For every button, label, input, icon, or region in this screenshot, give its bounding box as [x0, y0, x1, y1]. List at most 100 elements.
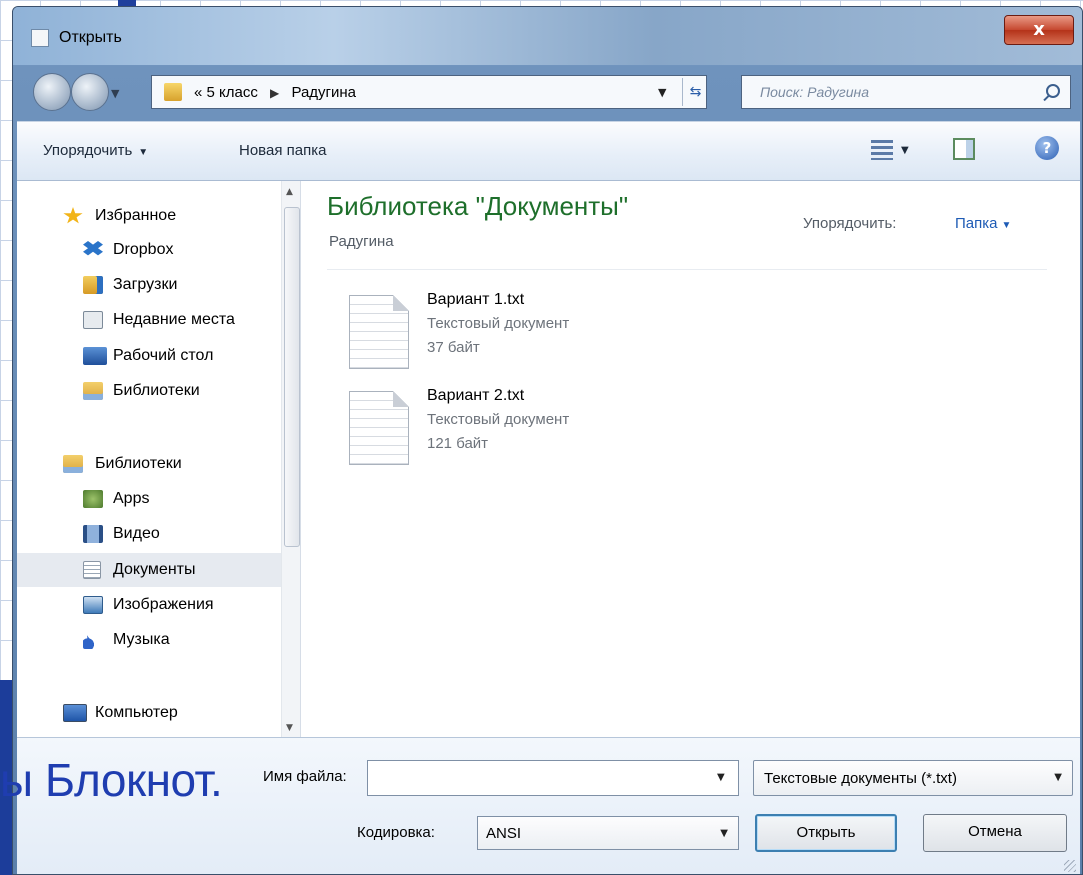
breadcrumb-item-5-class[interactable]: 5 класс	[207, 84, 258, 101]
apps-icon	[83, 490, 103, 508]
sidebar-item-music[interactable]: ♪ Музыка	[17, 623, 281, 657]
arrange-by-value: Папка	[955, 215, 998, 232]
window-icon	[31, 29, 49, 47]
open-file-dialog: Открыть x ▼ « 5 класс ▶ Радугина ▼ ⇆ Упо…	[12, 6, 1083, 875]
search-icon[interactable]	[1046, 84, 1060, 98]
window-title: Открыть	[59, 29, 122, 46]
forward-button[interactable]	[71, 73, 109, 111]
text-file-icon	[349, 295, 409, 369]
file-name: Вариант 2.txt	[427, 387, 525, 404]
title-bar[interactable]: Открыть x	[13, 7, 1082, 65]
chevron-down-icon: ▼	[1001, 220, 1012, 231]
organize-label: Упорядочить	[43, 142, 133, 159]
sidebar-item-desktop[interactable]: Рабочий стол	[17, 339, 281, 373]
file-size: 37 байт	[427, 339, 480, 356]
resize-grip-icon[interactable]	[1064, 860, 1076, 872]
change-view-icon[interactable]	[871, 140, 893, 160]
dropbox-icon	[83, 241, 103, 256]
navigation-scrollbar[interactable]: ▲ ▼	[281, 181, 300, 737]
help-icon[interactable]: ?	[1035, 136, 1059, 160]
encoding-label: Кодировка:	[357, 824, 435, 841]
command-bar: Упорядочить ▼ Новая папка ▼ ?	[17, 121, 1080, 181]
sidebar-item-documents[interactable]: Документы	[17, 553, 281, 587]
libraries-icon	[83, 382, 103, 400]
sidebar-label: Загрузки	[113, 276, 178, 293]
file-size: 121 байт	[427, 435, 489, 452]
slide-caption: ы Блокнот.	[0, 754, 223, 806]
sidebar-item-video[interactable]: Видео	[17, 517, 281, 551]
file-list-pane: Библиотека "Документы" Радугина Упорядоч…	[301, 181, 1080, 737]
chevron-down-icon: ▼	[720, 828, 728, 839]
encoding-value: ANSI	[486, 825, 522, 842]
header-divider	[327, 269, 1047, 270]
sidebar-label: Apps	[113, 490, 150, 507]
sidebar-item-dropbox[interactable]: Dropbox	[17, 233, 281, 267]
sidebar-label: Музыка	[113, 631, 170, 648]
sidebar-label: Видео	[113, 525, 160, 542]
folder-icon	[164, 83, 182, 101]
sidebar-label: Изображения	[113, 596, 214, 613]
file-name: Вариант 1.txt	[427, 291, 525, 308]
video-icon	[83, 525, 103, 543]
downloads-folder-icon	[83, 276, 103, 294]
preview-pane-icon[interactable]	[953, 138, 975, 160]
sidebar-label: Рабочий стол	[113, 347, 214, 364]
sidebar-label: Недавние места	[113, 311, 235, 328]
breadcrumb-item-radugina[interactable]: Радугина	[291, 84, 356, 101]
sidebar-item-favorites[interactable]: Избранное	[17, 199, 281, 233]
new-folder-button[interactable]: Новая папка	[239, 142, 326, 159]
sidebar-label: Dropbox	[113, 241, 174, 258]
breadcrumb-separator-icon[interactable]: ▶	[270, 86, 279, 100]
scrollbar-thumb[interactable]	[284, 207, 300, 547]
refresh-button[interactable]: ⇆	[682, 78, 708, 106]
library-subtitle: Радугина	[329, 233, 394, 250]
sidebar-label: Избранное	[95, 207, 177, 224]
back-button[interactable]	[33, 73, 71, 111]
sidebar-label: Библиотеки	[113, 382, 200, 399]
filename-label: Имя файла:	[263, 768, 347, 785]
file-item[interactable]: Вариант 1.txt Текстовый документ 37 байт	[349, 291, 749, 377]
library-title: Библиотека "Документы"	[327, 191, 629, 221]
scroll-down-icon[interactable]: ▼	[286, 723, 293, 733]
address-dropdown[interactable]: ▼	[658, 86, 666, 99]
chevron-down-icon: ▼	[1054, 772, 1062, 783]
sidebar-item-libraries-fav[interactable]: Библиотеки	[17, 374, 281, 408]
sidebar-item-downloads[interactable]: Загрузки	[17, 268, 281, 302]
file-item[interactable]: Вариант 2.txt Текстовый документ 121 бай…	[349, 387, 749, 473]
documents-icon	[83, 561, 101, 579]
search-box[interactable]	[741, 75, 1071, 109]
scroll-up-icon[interactable]: ▲	[286, 187, 293, 197]
recent-places-icon	[83, 311, 103, 329]
images-icon	[83, 596, 103, 614]
filename-input[interactable]	[367, 760, 739, 796]
sidebar-label: Компьютер	[95, 704, 178, 721]
star-icon	[63, 207, 83, 224]
sidebar-item-computer[interactable]: Компьютер	[17, 696, 281, 730]
filename-history-dropdown[interactable]: ▼	[717, 772, 725, 783]
arrange-by-dropdown[interactable]: Папка ▼	[955, 215, 1011, 232]
sidebar-item-recent-places[interactable]: Недавние места	[17, 303, 281, 337]
organize-button[interactable]: Упорядочить ▼	[43, 142, 148, 159]
view-options-dropdown[interactable]: ▼	[901, 145, 909, 156]
open-button[interactable]: Открыть	[755, 814, 897, 852]
file-type-select[interactable]: Текстовые документы (*.txt) ▼	[753, 760, 1073, 796]
file-type: Текстовый документ	[427, 411, 570, 428]
libraries-icon	[63, 455, 83, 473]
computer-icon	[63, 704, 87, 722]
recent-locations-dropdown[interactable]: ▼	[111, 87, 119, 100]
encoding-select[interactable]: ANSI ▼	[477, 816, 739, 850]
navigation-pane: Избранное Dropbox Загрузки Недавние мест…	[17, 181, 301, 737]
file-type-value: Текстовые документы (*.txt)	[764, 770, 957, 787]
breadcrumb-prefix[interactable]: «	[194, 84, 202, 101]
cancel-button[interactable]: Отмена	[923, 814, 1067, 852]
sidebar-item-apps[interactable]: Apps	[17, 482, 281, 516]
file-type: Текстовый документ	[427, 315, 570, 332]
desktop-icon	[83, 347, 107, 365]
sidebar-label: Документы	[113, 561, 196, 578]
sidebar-item-images[interactable]: Изображения	[17, 588, 281, 622]
address-bar[interactable]: « 5 класс ▶ Радугина ▼ ⇆	[151, 75, 707, 109]
text-file-icon	[349, 391, 409, 465]
sidebar-item-libraries[interactable]: Библиотеки	[17, 447, 281, 481]
search-input[interactable]	[742, 76, 1032, 108]
close-button[interactable]: x	[1004, 15, 1074, 45]
